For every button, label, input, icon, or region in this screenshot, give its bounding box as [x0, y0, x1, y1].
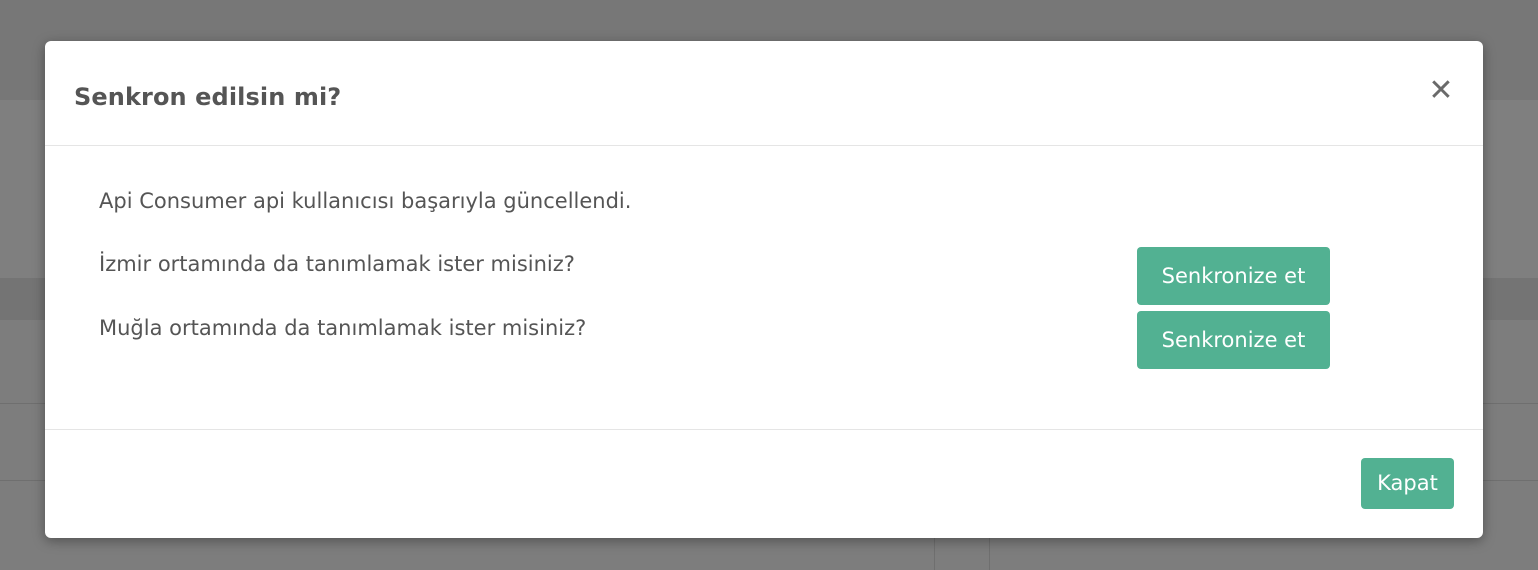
dialog-footer: Kapat	[45, 429, 1483, 538]
close-icon[interactable]: ✕	[1427, 76, 1455, 106]
mugla-sync-question: Muğla ortamında da tanımlamak ister misi…	[99, 316, 587, 340]
success-message: Api Consumer api kullanıcısı başarıyla g…	[99, 189, 632, 213]
izmir-sync-button[interactable]: Senkronize et	[1137, 247, 1330, 305]
izmir-sync-question: İzmir ortamında da tanımlamak ister misi…	[99, 252, 575, 276]
dialog-body: Api Consumer api kullanıcısı başarıyla g…	[45, 147, 1483, 429]
mugla-sync-button[interactable]: Senkronize et	[1137, 311, 1330, 369]
close-button[interactable]: Kapat	[1361, 458, 1454, 509]
dialog-title: Senkron edilsin mi?	[74, 83, 342, 111]
sync-dialog: Senkron edilsin mi? ✕ Api Consumer api k…	[45, 41, 1483, 538]
dialog-header: Senkron edilsin mi? ✕	[45, 41, 1483, 146]
